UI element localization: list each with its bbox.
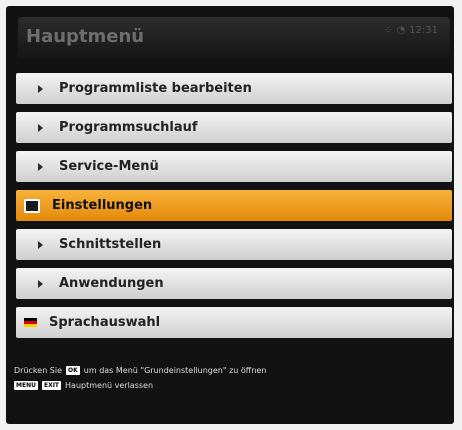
menu-item-einstellungen[interactable]: Einstellungen bbox=[16, 190, 452, 221]
arrow-right-icon bbox=[38, 84, 43, 93]
page-title: Hauptmenü bbox=[26, 26, 145, 47]
arrow-right-icon bbox=[38, 279, 43, 288]
status-area: ⁘ ◔ 12:31 bbox=[384, 25, 438, 36]
menu-item-label: Service-Menü bbox=[59, 159, 159, 174]
menu-item-label: Programmsuchlauf bbox=[59, 120, 198, 135]
menu-item-label: Schnittstellen bbox=[59, 237, 162, 252]
menu-item-label: Einstellungen bbox=[52, 198, 153, 213]
menu-item-label: Anwendungen bbox=[59, 276, 164, 291]
menu-item-programmsuchlauf[interactable]: Programmsuchlauf bbox=[16, 112, 452, 143]
help-line-ok: Drücken Sie OK um das Menü "Grundeinstel… bbox=[14, 366, 266, 375]
tv-screen: Hauptmenü ⁘ ◔ 12:31 Programmliste bearbe… bbox=[6, 6, 454, 424]
ok-key-icon: OK bbox=[66, 366, 80, 375]
header-bar: Hauptmenü ⁘ ◔ 12:31 bbox=[18, 17, 450, 59]
clock-icon: ◔ bbox=[396, 25, 406, 36]
menu-key-icon: MENU bbox=[14, 381, 38, 390]
menu-item-sprachauswahl[interactable]: Sprachauswahl bbox=[16, 307, 452, 338]
arrow-right-icon bbox=[38, 162, 43, 171]
main-menu: Programmliste bearbeiten Programmsuchlau… bbox=[16, 73, 452, 346]
menu-item-label: Sprachauswahl bbox=[49, 315, 161, 330]
menu-item-anwendungen[interactable]: Anwendungen bbox=[16, 268, 452, 299]
german-flag-icon bbox=[24, 318, 37, 327]
help-text: Drücken Sie bbox=[14, 366, 63, 375]
signal-icon: ⁘ bbox=[384, 25, 393, 36]
help-line-exit: MENU EXIT Hauptmenü verlassen bbox=[14, 381, 266, 390]
arrow-right-icon bbox=[38, 123, 43, 132]
exit-key-icon: EXIT bbox=[41, 381, 62, 390]
help-text: Hauptmenü verlassen bbox=[65, 381, 154, 390]
time-label: 12:31 bbox=[409, 25, 438, 36]
help-text: um das Menü "Grundeinstellungen" zu öffn… bbox=[83, 366, 267, 375]
menu-item-programmliste[interactable]: Programmliste bearbeiten bbox=[16, 73, 452, 104]
menu-item-service[interactable]: Service-Menü bbox=[16, 151, 452, 182]
help-footer: Drücken Sie OK um das Menü "Grundeinstel… bbox=[14, 366, 266, 396]
tv-icon bbox=[24, 198, 40, 213]
menu-item-label: Programmliste bearbeiten bbox=[59, 81, 252, 96]
menu-item-schnittstellen[interactable]: Schnittstellen bbox=[16, 229, 452, 260]
arrow-right-icon bbox=[38, 240, 43, 249]
